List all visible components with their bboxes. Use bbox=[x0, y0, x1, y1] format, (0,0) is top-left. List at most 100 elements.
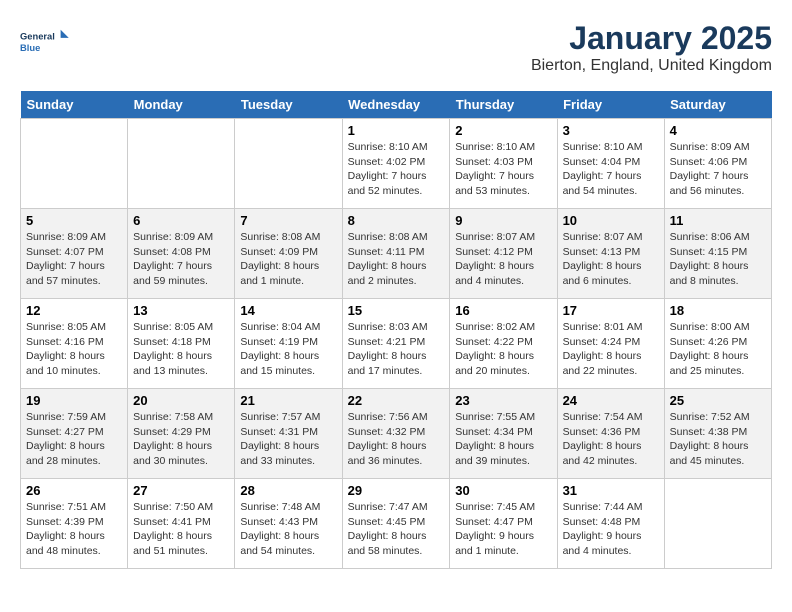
calendar-cell: 1 Sunrise: 8:10 AMSunset: 4:02 PMDaylight… bbox=[342, 119, 450, 209]
calendar-cell: 20 Sunrise: 7:58 AMSunset: 4:29 PMDayligh… bbox=[128, 389, 235, 479]
day-number: 5 bbox=[26, 213, 122, 228]
day-info: Sunrise: 8:05 AMSunset: 4:18 PMDaylight:… bbox=[133, 320, 229, 379]
day-info: Sunrise: 8:00 AMSunset: 4:26 PMDaylight:… bbox=[670, 320, 766, 379]
calendar-cell: 21 Sunrise: 7:57 AMSunset: 4:31 PMDayligh… bbox=[235, 389, 342, 479]
calendar-cell: 13 Sunrise: 8:05 AMSunset: 4:18 PMDayligh… bbox=[128, 299, 235, 389]
calendar-cell bbox=[664, 479, 771, 569]
logo: General Blue bbox=[20, 20, 70, 65]
day-number: 14 bbox=[240, 303, 336, 318]
calendar-cell: 31 Sunrise: 7:44 AMSunset: 4:48 PMDayligh… bbox=[557, 479, 664, 569]
day-number: 16 bbox=[455, 303, 551, 318]
week-row-1: 1 Sunrise: 8:10 AMSunset: 4:02 PMDaylight… bbox=[21, 119, 772, 209]
day-number: 1 bbox=[348, 123, 445, 138]
calendar-cell: 14Sunrise: 8:04 AMSunset: 4:19 PMDayligh… bbox=[235, 299, 342, 389]
weekday-header-friday: Friday bbox=[557, 91, 664, 119]
weekday-header-saturday: Saturday bbox=[664, 91, 771, 119]
page-header: General Blue January 2025 Bierton, Engla… bbox=[20, 20, 772, 75]
day-info: Sunrise: 8:10 AMSunset: 4:02 PMDaylight:… bbox=[348, 140, 445, 199]
weekday-header-sunday: Sunday bbox=[21, 91, 128, 119]
calendar-cell: 3Sunrise: 8:10 AMSunset: 4:04 PMDaylight… bbox=[557, 119, 664, 209]
calendar-cell: 4 Sunrise: 8:09 AMSunset: 4:06 PMDaylight… bbox=[664, 119, 771, 209]
calendar-cell: 24 Sunrise: 7:54 AMSunset: 4:36 PMDayligh… bbox=[557, 389, 664, 479]
day-info: Sunrise: 7:48 AMSunset: 4:43 PMDaylight:… bbox=[240, 500, 336, 559]
day-number: 13 bbox=[133, 303, 229, 318]
calendar-cell: 18Sunrise: 8:00 AMSunset: 4:26 PMDayligh… bbox=[664, 299, 771, 389]
day-number: 15 bbox=[348, 303, 445, 318]
week-row-4: 19 Sunrise: 7:59 AMSunset: 4:27 PMDayligh… bbox=[21, 389, 772, 479]
day-number: 21 bbox=[240, 393, 336, 408]
weekday-header-wednesday: Wednesday bbox=[342, 91, 450, 119]
day-number: 9 bbox=[455, 213, 551, 228]
calendar-cell bbox=[128, 119, 235, 209]
calendar-cell: 12Sunrise: 8:05 AMSunset: 4:16 PMDayligh… bbox=[21, 299, 128, 389]
calendar-cell: 10 Sunrise: 8:07 AMSunset: 4:13 PMDayligh… bbox=[557, 209, 664, 299]
calendar-cell: 26Sunrise: 7:51 AMSunset: 4:39 PMDayligh… bbox=[21, 479, 128, 569]
day-number: 11 bbox=[670, 213, 766, 228]
calendar-cell: 29Sunrise: 7:47 AMSunset: 4:45 PMDayligh… bbox=[342, 479, 450, 569]
day-info: Sunrise: 8:10 AMSunset: 4:03 PMDaylight:… bbox=[455, 140, 551, 199]
day-info: Sunrise: 7:58 AMSunset: 4:29 PMDaylight:… bbox=[133, 410, 229, 469]
calendar-cell: 15 Sunrise: 8:03 AMSunset: 4:21 PMDayligh… bbox=[342, 299, 450, 389]
week-row-2: 5 Sunrise: 8:09 AMSunset: 4:07 PMDaylight… bbox=[21, 209, 772, 299]
calendar-cell bbox=[21, 119, 128, 209]
calendar-cell: 9 Sunrise: 8:07 AMSunset: 4:12 PMDaylight… bbox=[450, 209, 557, 299]
calendar-cell: 23Sunrise: 7:55 AMSunset: 4:34 PMDayligh… bbox=[450, 389, 557, 479]
week-row-3: 12Sunrise: 8:05 AMSunset: 4:16 PMDayligh… bbox=[21, 299, 772, 389]
svg-text:Blue: Blue bbox=[20, 43, 40, 53]
day-info: Sunrise: 8:07 AMSunset: 4:12 PMDaylight:… bbox=[455, 230, 551, 289]
calendar-cell: 6 Sunrise: 8:09 AMSunset: 4:08 PMDaylight… bbox=[128, 209, 235, 299]
calendar-cell: 8Sunrise: 8:08 AMSunset: 4:11 PMDaylight… bbox=[342, 209, 450, 299]
calendar-cell: 28 Sunrise: 7:48 AMSunset: 4:43 PMDayligh… bbox=[235, 479, 342, 569]
day-info: Sunrise: 8:06 AMSunset: 4:15 PMDaylight:… bbox=[670, 230, 766, 289]
day-info: Sunrise: 8:03 AMSunset: 4:21 PMDaylight:… bbox=[348, 320, 445, 379]
day-number: 20 bbox=[133, 393, 229, 408]
calendar-cell: 2Sunrise: 8:10 AMSunset: 4:03 PMDaylight… bbox=[450, 119, 557, 209]
calendar-cell: 19 Sunrise: 7:59 AMSunset: 4:27 PMDayligh… bbox=[21, 389, 128, 479]
day-number: 17 bbox=[563, 303, 659, 318]
calendar-cell: 22Sunrise: 7:56 AMSunset: 4:32 PMDayligh… bbox=[342, 389, 450, 479]
day-number: 19 bbox=[26, 393, 122, 408]
day-number: 28 bbox=[240, 483, 336, 498]
day-info: Sunrise: 7:54 AMSunset: 4:36 PMDaylight:… bbox=[563, 410, 659, 469]
day-number: 12 bbox=[26, 303, 122, 318]
day-number: 6 bbox=[133, 213, 229, 228]
day-number: 8 bbox=[348, 213, 445, 228]
day-info: Sunrise: 8:09 AMSunset: 4:07 PMDaylight:… bbox=[26, 230, 122, 289]
day-info: Sunrise: 7:59 AMSunset: 4:27 PMDaylight:… bbox=[26, 410, 122, 469]
day-info: Sunrise: 7:55 AMSunset: 4:34 PMDaylight:… bbox=[455, 410, 551, 469]
calendar-cell: 17 Sunrise: 8:01 AMSunset: 4:24 PMDayligh… bbox=[557, 299, 664, 389]
day-number: 4 bbox=[670, 123, 766, 138]
month-title: January 2025 bbox=[531, 20, 772, 57]
day-info: Sunrise: 8:07 AMSunset: 4:13 PMDaylight:… bbox=[563, 230, 659, 289]
day-number: 26 bbox=[26, 483, 122, 498]
day-info: Sunrise: 7:47 AMSunset: 4:45 PMDaylight:… bbox=[348, 500, 445, 559]
day-info: Sunrise: 8:09 AMSunset: 4:06 PMDaylight:… bbox=[670, 140, 766, 199]
day-number: 7 bbox=[240, 213, 336, 228]
day-info: Sunrise: 7:45 AMSunset: 4:47 PMDaylight:… bbox=[455, 500, 551, 559]
day-info: Sunrise: 7:57 AMSunset: 4:31 PMDaylight:… bbox=[240, 410, 336, 469]
day-info: Sunrise: 7:44 AMSunset: 4:48 PMDaylight:… bbox=[563, 500, 659, 559]
calendar-cell: 7 Sunrise: 8:08 AMSunset: 4:09 PMDaylight… bbox=[235, 209, 342, 299]
day-number: 31 bbox=[563, 483, 659, 498]
weekday-header-tuesday: Tuesday bbox=[235, 91, 342, 119]
day-number: 10 bbox=[563, 213, 659, 228]
day-info: Sunrise: 8:01 AMSunset: 4:24 PMDaylight:… bbox=[563, 320, 659, 379]
weekday-header-row: SundayMondayTuesdayWednesdayThursdayFrid… bbox=[21, 91, 772, 119]
day-number: 24 bbox=[563, 393, 659, 408]
calendar-cell: 30 Sunrise: 7:45 AMSunset: 4:47 PMDayligh… bbox=[450, 479, 557, 569]
week-row-5: 26Sunrise: 7:51 AMSunset: 4:39 PMDayligh… bbox=[21, 479, 772, 569]
calendar-cell: 5 Sunrise: 8:09 AMSunset: 4:07 PMDaylight… bbox=[21, 209, 128, 299]
location: Bierton, England, United Kingdom bbox=[531, 57, 772, 75]
calendar-cell: 16 Sunrise: 8:02 AMSunset: 4:22 PMDayligh… bbox=[450, 299, 557, 389]
day-info: Sunrise: 8:08 AMSunset: 4:09 PMDaylight:… bbox=[240, 230, 336, 289]
weekday-header-thursday: Thursday bbox=[450, 91, 557, 119]
day-info: Sunrise: 8:09 AMSunset: 4:08 PMDaylight:… bbox=[133, 230, 229, 289]
title-block: January 2025 Bierton, England, United Ki… bbox=[531, 20, 772, 75]
day-number: 22 bbox=[348, 393, 445, 408]
calendar-table: SundayMondayTuesdayWednesdayThursdayFrid… bbox=[20, 91, 772, 569]
day-number: 30 bbox=[455, 483, 551, 498]
day-info: Sunrise: 8:02 AMSunset: 4:22 PMDaylight:… bbox=[455, 320, 551, 379]
day-number: 25 bbox=[670, 393, 766, 408]
day-info: Sunrise: 8:10 AMSunset: 4:04 PMDaylight:… bbox=[563, 140, 659, 199]
calendar-cell bbox=[235, 119, 342, 209]
